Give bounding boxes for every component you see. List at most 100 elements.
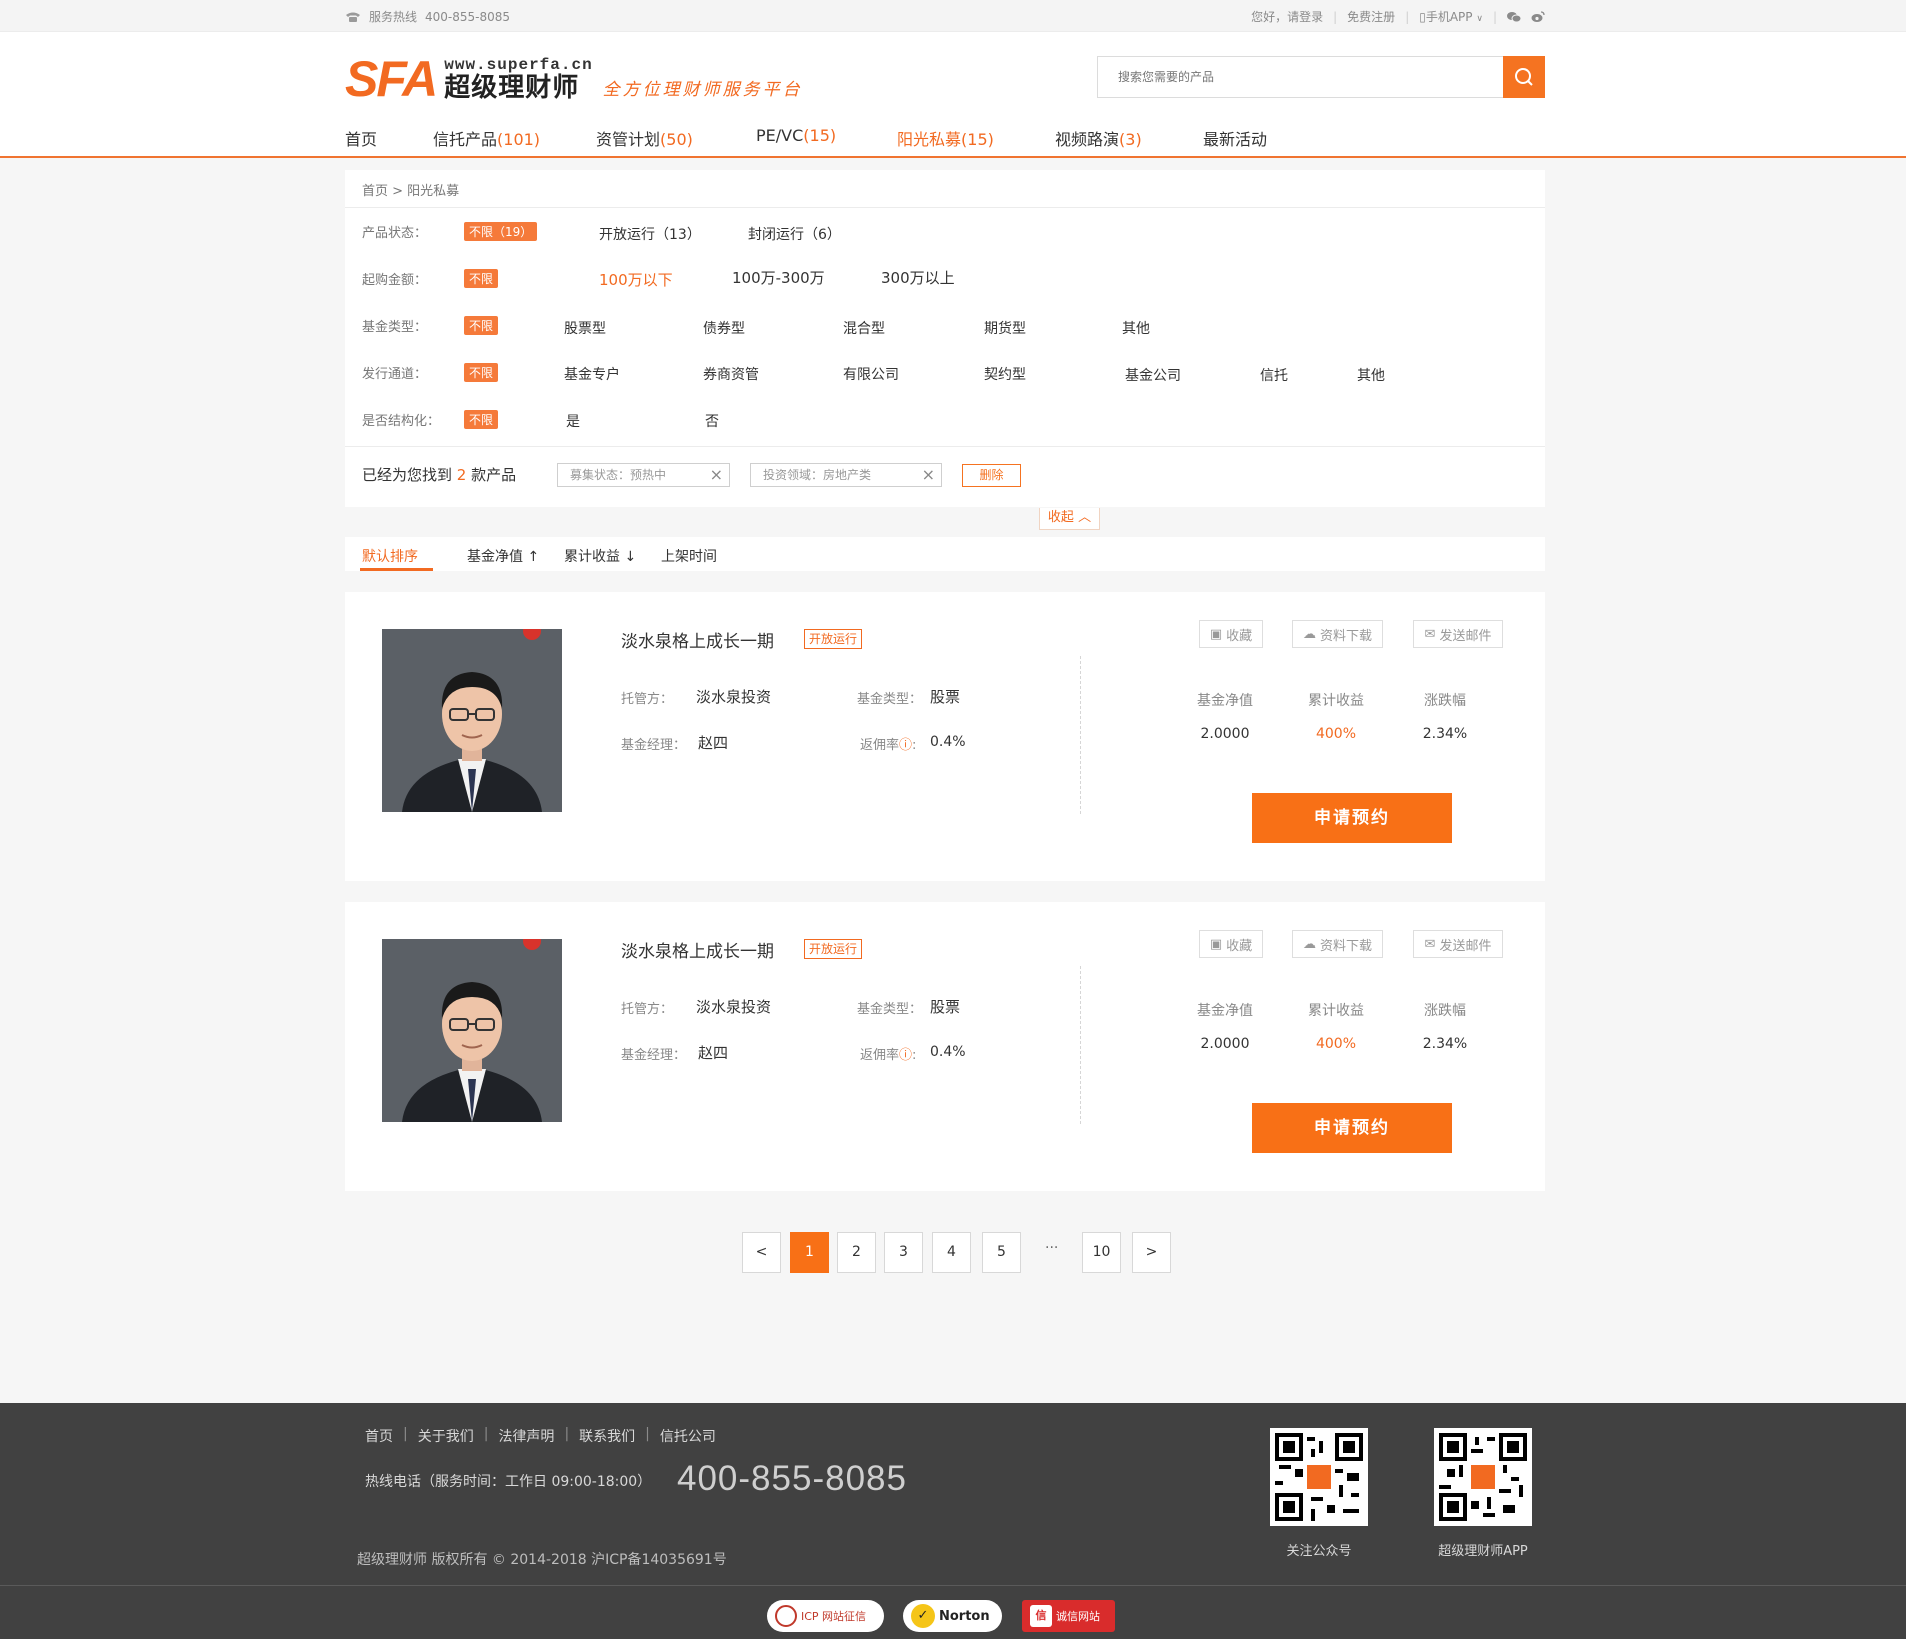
filter-status: 产品状态： 不限（19）	[362, 222, 538, 241]
mobile-app-menu[interactable]: ▯手机APP ∨	[1419, 8, 1483, 25]
filter-selected[interactable]: 不限（19）	[464, 222, 538, 241]
active-sort-indicator	[360, 568, 433, 571]
filter-option[interactable]: 300万以上	[881, 267, 955, 288]
nav-events[interactable]: 最新活动	[1203, 126, 1267, 150]
result-suffix: 款产品	[471, 466, 517, 484]
page-button[interactable]: 1	[790, 1232, 829, 1273]
prev-page-button[interactable]: <	[742, 1232, 781, 1273]
status-badge: 开放运行	[804, 629, 863, 649]
login-link[interactable]: 您好，请登录	[1251, 8, 1323, 25]
sort-bar: 默认排序 基金净值 ↑ 累计收益 ↓ 上架时间	[345, 537, 1545, 571]
filter-option[interactable]: 基金专户	[564, 364, 620, 384]
filter-option[interactable]: 是	[566, 411, 580, 431]
favorite-button[interactable]: ▣ 收藏	[1199, 930, 1263, 958]
send-email-button[interactable]: ✉ 发送邮件	[1413, 930, 1503, 958]
page-button[interactable]: 3	[884, 1232, 923, 1273]
search-button[interactable]	[1503, 56, 1545, 98]
nav-roadshow[interactable]: 视频路演(3)	[1055, 126, 1203, 150]
help-icon[interactable]: ⓘ	[899, 1048, 912, 1063]
help-icon[interactable]: ⓘ	[899, 738, 912, 753]
page-button[interactable]: 5	[982, 1232, 1021, 1273]
footer-link[interactable]: 关于我们	[418, 1426, 474, 1446]
norton-badge[interactable]: ✓ Norton	[903, 1600, 1002, 1632]
filter-option[interactable]: 券商资管	[703, 364, 759, 384]
cloud-download-icon: ☁	[1302, 626, 1316, 642]
nav-pe-vc[interactable]: PE/VC(15)	[756, 126, 897, 150]
manager-photo[interactable]	[382, 939, 562, 1122]
close-icon[interactable]: ×	[922, 464, 935, 486]
close-icon[interactable]: ×	[710, 464, 723, 486]
stat-label: 基金净值	[1197, 693, 1253, 709]
sort-listed-time[interactable]: 上架时间	[661, 546, 717, 566]
nav-count: (3)	[1119, 130, 1142, 149]
footer-link[interactable]: 法律声明	[498, 1426, 554, 1446]
manager-label: 基金经理：	[621, 1048, 687, 1063]
filter-option[interactable]: 股票型	[564, 318, 606, 338]
filter-label: 基金类型：	[362, 320, 428, 335]
fund-type-label: 基金类型：	[857, 692, 923, 707]
footer-link[interactable]: 首页	[365, 1426, 393, 1446]
register-link[interactable]: 免费注册	[1347, 8, 1395, 25]
product-title[interactable]: 淡水泉格上成长一期	[621, 627, 774, 652]
credit-badge[interactable]: 信 诚信网站	[1022, 1600, 1115, 1632]
search-input[interactable]	[1097, 56, 1503, 98]
wechat-icon[interactable]	[1507, 11, 1521, 23]
footer-link[interactable]: 联系我们	[579, 1426, 635, 1446]
filter-selected[interactable]: 不限	[464, 269, 499, 288]
product-card: 淡水泉格上成长一期 开放运行 托管方： 淡水泉投资 基金类型： 股票 基金经理：…	[345, 592, 1545, 881]
sort-nav[interactable]: 基金净值 ↑	[467, 546, 539, 566]
sort-return[interactable]: 累计收益 ↓	[564, 546, 636, 566]
filter-option[interactable]: 100万-300万	[732, 267, 825, 288]
custodian-label: 托管方：	[621, 692, 674, 707]
filter-option[interactable]: 契约型	[984, 364, 1026, 384]
nav-asset-management[interactable]: 资管计划(50)	[596, 126, 756, 150]
apply-button[interactable]: 申请预约	[1252, 1103, 1452, 1153]
active-filter-chip: 募集状态：预热中 ×	[557, 463, 730, 487]
star-icon: ▣	[1209, 936, 1223, 952]
active-filter-chip: 投资领域：房地产类 ×	[750, 463, 942, 487]
nav-home[interactable]: 首页	[345, 126, 433, 150]
page-button[interactable]: 10	[1082, 1232, 1121, 1273]
logo-slogan: 全方位理财师服务平台	[602, 80, 803, 100]
apply-button[interactable]: 申请预约	[1252, 793, 1452, 843]
weibo-icon[interactable]	[1531, 10, 1545, 23]
filter-selected[interactable]: 不限	[464, 410, 499, 429]
download-button[interactable]: ☁ 资料下载	[1292, 930, 1383, 958]
favorite-button[interactable]: ▣ 收藏	[1199, 620, 1263, 648]
page-button[interactable]: 2	[837, 1232, 876, 1273]
page-button[interactable]: 4	[932, 1232, 971, 1273]
filter-option[interactable]: 100万以下	[599, 269, 673, 290]
next-page-button[interactable]: >	[1132, 1232, 1171, 1273]
nav-private-fund[interactable]: 阳光私募(15)	[897, 126, 1055, 150]
filter-selected[interactable]: 不限	[464, 363, 499, 382]
qr-code-app	[1434, 1428, 1532, 1526]
download-button[interactable]: ☁ 资料下载	[1292, 620, 1383, 648]
filter-option[interactable]: 封闭运行（6）	[748, 224, 841, 244]
filter-option[interactable]: 混合型	[843, 318, 885, 338]
filter-option[interactable]: 有限公司	[843, 364, 899, 384]
filter-option[interactable]: 期货型	[984, 318, 1026, 338]
filter-option[interactable]: 开放运行（13）	[599, 224, 701, 244]
sort-default[interactable]: 默认排序	[362, 546, 418, 566]
icp-badge[interactable]: ICP 网站征信	[767, 1600, 884, 1632]
footer-link[interactable]: 信托公司	[660, 1426, 716, 1446]
send-email-button[interactable]: ✉ 发送邮件	[1413, 620, 1503, 648]
filter-option[interactable]: 基金公司	[1125, 365, 1181, 385]
email-label: 发送邮件	[1439, 628, 1492, 644]
manager-photo[interactable]	[382, 629, 562, 812]
filter-option[interactable]: 债券型	[703, 318, 745, 338]
collapse-filters-button[interactable]: 收起 ︿	[1039, 508, 1100, 530]
filter-option[interactable]: 其他	[1357, 365, 1385, 385]
filter-option[interactable]: 其他	[1122, 318, 1150, 338]
filter-option[interactable]: 否	[705, 411, 719, 431]
nav-count: (101)	[497, 130, 541, 149]
filter-option[interactable]: 信托	[1260, 365, 1288, 385]
favorite-label: 收藏	[1226, 938, 1253, 954]
product-title[interactable]: 淡水泉格上成长一期	[621, 937, 774, 962]
delete-filters-button[interactable]: 删除	[962, 464, 1021, 487]
nav-trust[interactable]: 信托产品(101)	[433, 126, 596, 150]
site-logo[interactable]: SFA www.superfa.cn 超级理财师 全方位理财师服务平台	[345, 54, 803, 104]
filter-selected[interactable]: 不限	[464, 316, 499, 335]
nav-count: (15)	[803, 126, 837, 145]
mobile-app-label: 手机APP	[1425, 10, 1473, 24]
